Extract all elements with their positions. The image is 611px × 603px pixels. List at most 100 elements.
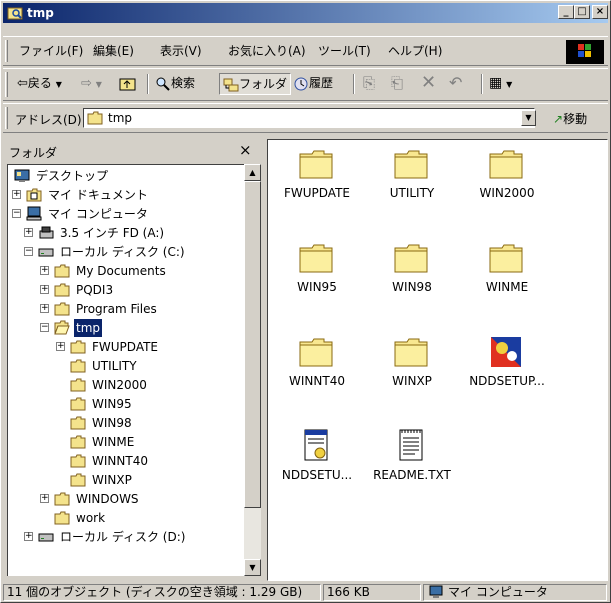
tree-item[interactable]: WINNT40 [68,452,249,470]
copy-to-icon: ⎗ [391,74,404,92]
file-label: WIN95 [297,280,337,294]
menu-help[interactable]: ヘルプ(H) [388,42,442,59]
folder-item[interactable]: FWUPDATE [272,146,362,212]
windows-logo [566,40,604,64]
tree-expander[interactable]: + [40,266,49,275]
folder-item[interactable]: WIN2000 [462,146,552,212]
search-label: 検索 [171,76,196,90]
tree-item-label: WIN98 [92,416,132,430]
down-arrow-icon: ▼ [249,563,256,572]
tree-expander[interactable]: + [24,532,33,541]
address-bar-grip[interactable] [5,107,8,129]
scroll-up-button[interactable]: ▲ [244,164,261,181]
folder-item[interactable]: WIN95 [272,240,362,306]
tree-item[interactable]: WIN95 [68,395,249,413]
tree-item[interactable]: デスクトップ [12,167,232,185]
explorer-window: tmp _ □ × ファイル(F) 編集(E) 表示(V) お気に入り(A) ツ… [0,0,611,603]
close-button[interactable]: × [592,5,608,19]
views-button[interactable]: ▦ ▼ [489,73,512,95]
status-zone-label: マイ コンピュータ [448,585,548,599]
search-button[interactable]: 検索 [155,73,195,95]
tree-expander[interactable]: + [24,228,33,237]
tree-item[interactable]: work [52,509,249,527]
file-label: FWUPDATE [283,186,350,200]
tree-item[interactable]: + Program Files [40,300,249,318]
scroll-thumb[interactable] [244,181,261,508]
folder-item[interactable]: WINXP [367,334,457,400]
folder-icon [393,240,429,276]
file-item[interactable]: NDDSETU... [272,428,362,494]
tree-item-label: tmp [74,319,103,337]
folder-tree: デスクトップ + マイ ドキュメント − マイ コンピュータ +3.5 インチ FD (A… [7,164,249,576]
folder-item[interactable]: UTILITY [367,146,457,212]
tree-item[interactable]: WIN98 [68,414,249,432]
folder-pane-close-button[interactable]: × [239,141,252,159]
back-button[interactable]: ⇦戻る ▼ [17,73,62,95]
folders-icon [223,78,239,91]
tree-expander[interactable]: − [24,247,33,256]
folder-window-icon [7,5,23,24]
address-input[interactable]: tmp [83,108,535,128]
copy-to-button[interactable]: ⎗ [391,73,403,95]
tree-expander[interactable]: − [12,209,21,218]
tree-item[interactable]: WINXP [68,471,249,489]
tree-expander[interactable]: + [12,190,21,199]
history-button[interactable]: 履歴 [293,73,333,95]
toolbar-grip[interactable] [5,72,8,97]
address-dropdown-button[interactable]: ▼ [521,110,536,126]
tree-item[interactable]: + WINDOWS [40,490,249,508]
tree-item[interactable]: + FWUPDATE [56,338,249,356]
dropdown-arrow-icon: ▼ [525,113,532,122]
history-label: 履歴 [309,76,334,90]
tree-item[interactable]: UTILITY [68,357,249,375]
menu-bar-grip[interactable] [5,40,8,62]
tree-item[interactable]: − tmp [40,319,249,337]
folder-item[interactable]: WIN98 [367,240,457,306]
move-to-button[interactable]: ⎘ [363,73,375,95]
back-arrow-icon: ⇦ [17,76,28,91]
go-button[interactable]: ↗移動 [553,110,587,127]
menu-favorites[interactable]: お気に入り(A) [228,42,306,59]
folder-tree-scrollbar[interactable]: ▲ ▼ [244,164,261,576]
tree-expander[interactable]: + [56,342,65,351]
up-folder-button[interactable] [119,73,137,95]
undo-button[interactable]: ↶ [449,73,462,95]
file-item[interactable]: NDDSETUP... [462,334,552,400]
tree-item[interactable]: + My Documents [40,262,249,280]
minimize-button[interactable]: _ [558,5,574,19]
tree-item[interactable]: + PQDI3 [40,281,249,299]
file-item[interactable]: README.TXT [367,428,457,494]
tree-expander[interactable]: + [40,494,49,503]
folder-icon [298,146,334,182]
forward-button[interactable]: ⇨ ▼ [81,73,102,95]
maximize-button[interactable]: □ [574,5,590,19]
menu-edit[interactable]: 編集(E) [93,42,134,59]
file-label: WIN98 [392,280,432,294]
folder-item[interactable]: WINNT40 [272,334,362,400]
tree-expander[interactable]: + [40,285,49,294]
tree-item-label: UTILITY [92,359,137,373]
folder-item[interactable]: WINME [462,240,552,306]
tree-expander[interactable]: + [40,304,49,313]
folder-icon [488,146,524,182]
menu-file[interactable]: ファイル(F) [19,42,83,59]
standard-toolbar: ⇦戻る ▼ ⇨ ▼ 検索 フォルダ 履歴 ⎘ ⎗ ✕ ↶ ▦ ▼ [3,68,608,101]
folders-button[interactable]: フォルダ [219,73,292,95]
text-file-icon [393,428,429,464]
tree-item[interactable]: +3.5 インチ FD (A:) [24,224,249,242]
tree-item[interactable]: + マイ ドキュメント [12,186,244,204]
tree-item[interactable]: − マイ コンピュータ [12,205,244,223]
tree-item[interactable]: − ローカル ディスク (C:) [24,243,249,261]
tree-item[interactable]: + ローカル ディスク (D:) [24,528,249,546]
delete-button[interactable]: ✕ [421,73,436,95]
title-bar[interactable]: tmp _ □ × [3,3,608,23]
tree-item[interactable]: WINME [68,433,249,451]
tree-item[interactable]: WIN2000 [68,376,249,394]
menu-view[interactable]: 表示(V) [160,42,202,59]
up-folder-icon [119,78,136,90]
menu-tools[interactable]: ツール(T) [318,42,371,59]
tree-expander[interactable]: − [40,323,49,332]
back-label: 戻る [27,76,52,90]
scroll-down-button[interactable]: ▼ [244,559,261,576]
go-arrow-icon: ↗ [553,112,564,126]
